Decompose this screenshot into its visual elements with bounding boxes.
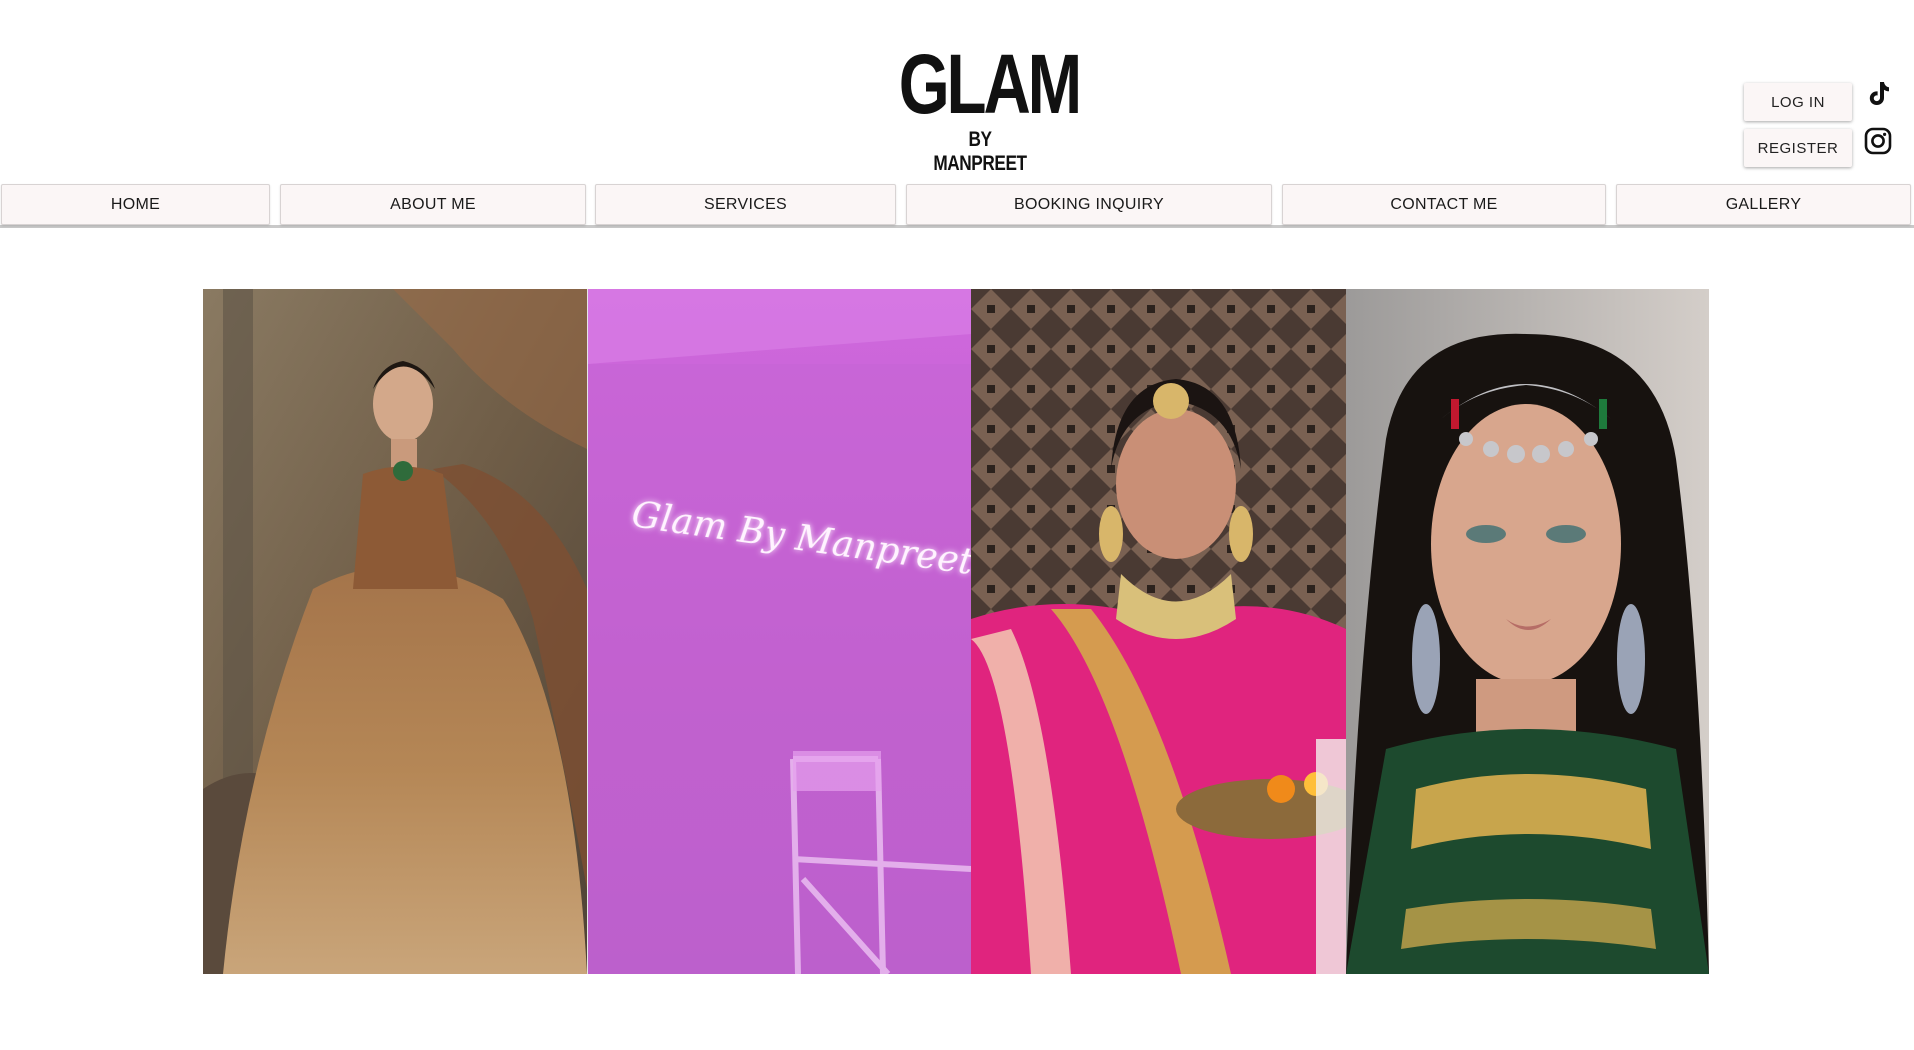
site-logo[interactable]: GLAM BY MANPREET (880, 37, 1083, 175)
main-nav: HOME ABOUT ME SERVICES BOOKING INQUIRY C… (0, 184, 1914, 228)
nav-item-services[interactable]: SERVICES (595, 184, 896, 225)
tiktok-icon[interactable] (1863, 78, 1893, 108)
nav-item-gallery[interactable]: GALLERY (1616, 184, 1911, 225)
bride-pink-dupatta-photo[interactable] (971, 289, 1346, 974)
neon-sign-studio-photo[interactable]: Glam By Manpreet (588, 289, 971, 974)
nav-item-booking-inquiry[interactable]: BOOKING INQUIRY (906, 184, 1272, 225)
logo-sub-text: BY MANPREET (933, 128, 1027, 175)
site-header: GLAM BY MANPREET LOG IN REGISTER (0, 0, 1914, 180)
bride-gold-lehenga-photo[interactable] (203, 289, 587, 974)
photo-gallery: Glam By Manpreet (203, 289, 1709, 974)
nav-item-about-me[interactable]: ABOUT ME (280, 184, 586, 225)
jewelled-headpiece-portrait-photo[interactable] (1346, 289, 1709, 974)
auth-buttons: LOG IN REGISTER (1744, 83, 1852, 175)
instagram-icon[interactable] (1863, 126, 1893, 156)
register-button[interactable]: REGISTER (1744, 129, 1852, 167)
social-links (1863, 78, 1893, 174)
login-button[interactable]: LOG IN (1744, 83, 1852, 121)
nav-item-contact-me[interactable]: CONTACT ME (1282, 184, 1606, 225)
logo-main-text: GLAM (898, 37, 1083, 131)
nav-item-home[interactable]: HOME (1, 184, 270, 225)
